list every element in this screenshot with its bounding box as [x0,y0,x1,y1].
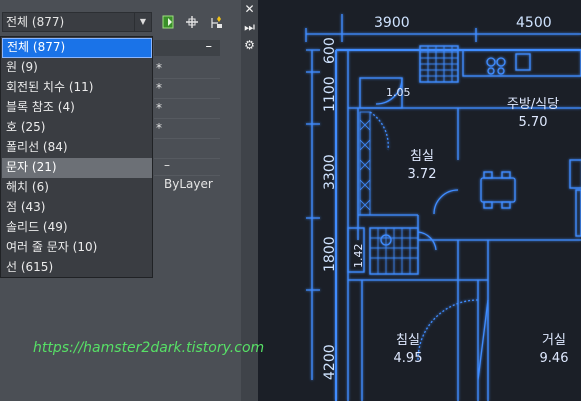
object-type-select-value: 전체 (877) [6,15,65,29]
object-type-dropdown: 전체 (877) 원 (9) 회전된 치수 (11) 블록 참조 (4) 호 (… [0,36,153,278]
dropdown-item[interactable]: 전체 (877) [2,38,152,58]
toggle-pickadd-icon[interactable] [160,14,176,30]
property-row[interactable]: * [154,59,220,79]
property-value: * [156,121,162,135]
gear-icon[interactable]: ⚙ [243,39,256,52]
property-grid: – * * * * – ByLayer [154,40,220,210]
chevron-down-icon[interactable]: ▼ [134,13,151,31]
dropdown-item[interactable]: 호 (25) [2,118,152,138]
dropdown-item[interactable]: 원 (9) [2,58,152,78]
dimension-text: 4500 [516,15,552,31]
dimension-text: 4200 [322,344,338,380]
close-icon[interactable]: ✕ [243,3,256,16]
dropdown-item[interactable]: 블록 참조 (4) [2,98,152,118]
dropdown-item[interactable]: 점 (43) [2,198,152,218]
dropdown-item[interactable]: 선 (615) [2,258,152,278]
dropdown-item[interactable]: 문자 (21) [2,158,152,178]
dimension-text: 3300 [322,154,338,190]
autohide-icon[interactable]: ⏭ [243,21,256,34]
dropdown-item[interactable]: 여러 줄 문자 (10) [2,238,152,258]
property-row[interactable]: * [154,119,220,139]
dimension-text: 1100 [322,76,338,112]
grid-header: – [154,40,220,56]
select-objects-icon[interactable] [184,14,200,30]
floor-plan-drawing: 3900 4500 600 1100 3300 1800 4200 주방/식당 … [305,14,581,401]
property-row[interactable]: – ByLayer [154,156,220,191]
room-area: 9.46 [540,351,569,366]
room-area: 5.70 [519,115,548,130]
quick-select-icon[interactable] [208,14,224,30]
dropdown-item[interactable]: 회전된 치수 (11) [2,78,152,98]
room-area: 4.95 [394,351,423,366]
room-area: 3.72 [408,167,437,182]
property-row[interactable]: * [154,99,220,119]
property-row[interactable]: * [154,79,220,99]
property-value: * [156,101,162,115]
dimension-line [306,49,320,380]
object-type-select[interactable]: 전체 (877) ▼ [2,12,152,32]
property-value: – ByLayer [164,158,213,191]
dropdown-item[interactable]: 폴리선 (84) [2,138,152,158]
dimension-text: 1800 [322,236,338,272]
area-label: 1.05 [386,86,411,99]
dropdown-item[interactable]: 솔리드 (49) [2,218,152,238]
drawing-canvas[interactable]: 3900 4500 600 1100 3300 1800 4200 주방/식당 … [258,0,581,401]
dimension-text: 3900 [374,15,410,31]
watermark-text: https://hamster2dark.tistory.com [33,340,265,356]
room-name: 침실 [396,333,420,348]
property-value: * [156,61,162,75]
collapse-icon[interactable]: – [206,40,213,54]
area-label: 1.42 [352,244,365,269]
room-name: 주방/식당 [507,97,559,112]
dropdown-item[interactable]: 해치 (6) [2,178,152,198]
dimension-text: 600 [322,37,338,64]
room-name: 침실 [410,149,434,164]
room-name: 거실 [542,333,566,348]
property-value: * [156,81,162,95]
palette-empty-area [154,210,220,401]
